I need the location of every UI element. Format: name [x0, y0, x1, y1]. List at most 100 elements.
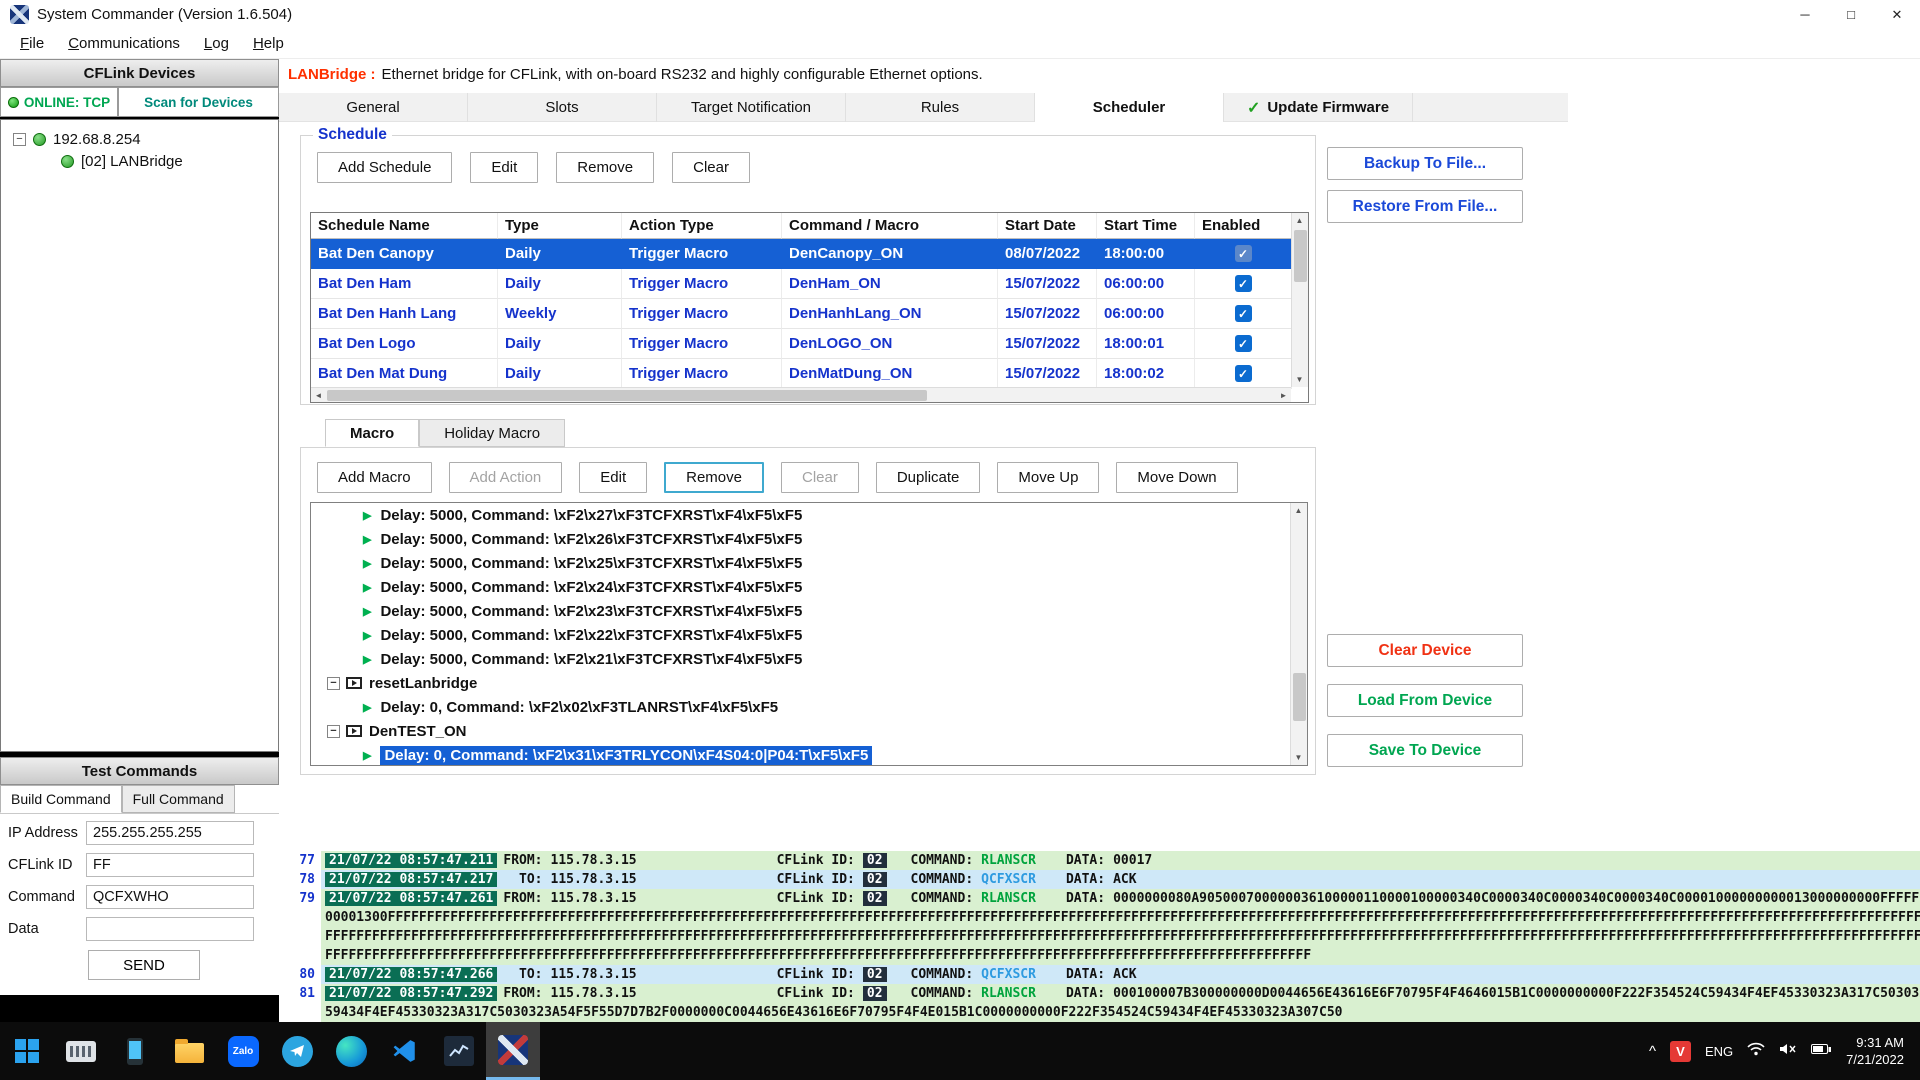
tab-full-command[interactable]: Full Command — [122, 785, 235, 813]
add-schedule-button[interactable]: Add Schedule — [317, 152, 452, 183]
enabled-checkbox[interactable]: ✓ — [1235, 305, 1252, 322]
tab-macro[interactable]: Macro — [325, 419, 419, 447]
enabled-checkbox[interactable]: ✓ — [1235, 365, 1252, 382]
battery-icon[interactable] — [1811, 1042, 1832, 1060]
collapse-icon[interactable]: − — [13, 133, 26, 146]
load-from-device-button[interactable]: Load From Device — [1327, 684, 1523, 717]
table-vertical-scrollbar[interactable]: ▲ ▼ — [1291, 213, 1308, 387]
taskbar: Zalo ^ V ENG 9:31 AM 7/21/2022 — [0, 1022, 1920, 1080]
system-commander-taskbar-icon[interactable] — [486, 1022, 540, 1080]
maximize-button[interactable]: □ — [1828, 0, 1874, 29]
data-input[interactable] — [86, 917, 254, 941]
unikey-icon[interactable]: V — [1670, 1041, 1691, 1062]
file-explorer-icon[interactable] — [162, 1022, 216, 1080]
macro-action-item[interactable]: ▶ Delay: 5000, Command: \xF2\x26\xF3TCFX… — [311, 527, 1307, 551]
save-to-device-button[interactable]: Save To Device — [1327, 734, 1523, 767]
send-button[interactable]: SEND — [88, 950, 200, 980]
tab-scheduler[interactable]: Scheduler — [1035, 93, 1224, 122]
remove-schedule-button[interactable]: Remove — [556, 152, 654, 183]
start-button[interactable] — [0, 1022, 54, 1080]
schedule-row[interactable]: Bat Den Mat Dung Daily Trigger Macro Den… — [311, 359, 1292, 389]
window-title: System Commander (Version 1.6.504) — [37, 6, 292, 23]
backup-to-file-button[interactable]: Backup To File... — [1327, 147, 1523, 180]
macro-action-item[interactable]: ▶ Delay: 5000, Command: \xF2\x27\xF3TCFX… — [311, 503, 1307, 527]
macro-folder-item[interactable]: − resetLanbridge — [311, 671, 1307, 695]
tab-update-firmware[interactable]: ✓ Update Firmware — [1224, 93, 1413, 122]
column-header: Enabled — [1195, 213, 1292, 239]
scroll-up-icon[interactable]: ▲ — [1292, 213, 1307, 228]
macro-action-item[interactable]: ▶ Delay: 5000, Command: \xF2\x25\xF3TCFX… — [311, 551, 1307, 575]
scroll-right-icon[interactable]: ► — [1276, 388, 1291, 403]
ip-address-input[interactable] — [86, 821, 254, 845]
clear-device-button[interactable]: Clear Device — [1327, 634, 1523, 667]
vscode-icon[interactable] — [378, 1022, 432, 1080]
macro-action-item-selected[interactable]: ▶ Delay: 0, Command: \xF2\x31\xF3TRLYCON… — [311, 743, 1307, 767]
collapse-icon[interactable]: − — [327, 677, 340, 690]
schedule-row[interactable]: Bat Den Logo Daily Trigger Macro DenLOGO… — [311, 329, 1292, 359]
wifi-icon[interactable] — [1747, 1042, 1765, 1061]
menu-communications[interactable]: Communications — [56, 29, 192, 59]
clear-schedule-button[interactable]: Clear — [672, 152, 750, 183]
menu-help[interactable]: Help — [241, 29, 296, 59]
restore-from-file-button[interactable]: Restore From File... — [1327, 190, 1523, 223]
scan-for-devices-button[interactable]: Scan for Devices — [118, 87, 279, 117]
scroll-left-icon[interactable]: ◄ — [311, 388, 326, 403]
scrollbar-thumb[interactable] — [1294, 230, 1307, 282]
phone-app-icon[interactable] — [108, 1022, 162, 1080]
online-status-button[interactable]: ONLINE: TCP — [0, 87, 118, 117]
zalo-icon[interactable]: Zalo — [216, 1022, 270, 1080]
telegram-icon[interactable] — [270, 1022, 324, 1080]
tab-general[interactable]: General — [279, 93, 468, 122]
minimize-button[interactable]: ─ — [1782, 0, 1828, 29]
close-button[interactable]: ✕ — [1874, 0, 1920, 29]
scroll-down-icon[interactable]: ▼ — [1292, 372, 1307, 387]
edit-macro-button[interactable]: Edit — [579, 462, 647, 493]
macro-action-item[interactable]: ▶ Delay: 5000, Command: \xF2\x23\xF3TCFX… — [311, 599, 1307, 623]
tab-rules[interactable]: Rules — [846, 93, 1035, 122]
command-input[interactable] — [86, 885, 254, 909]
macro-action-item[interactable]: ▶ Delay: 5000, Command: \xF2\x22\xF3TCFX… — [311, 623, 1307, 647]
tray-time: 9:31 AM — [1846, 1034, 1904, 1051]
monitor-app-icon[interactable] — [432, 1022, 486, 1080]
table-horizontal-scrollbar[interactable]: ◄ ► — [311, 387, 1291, 402]
remove-macro-button[interactable]: Remove — [664, 462, 764, 493]
schedule-row[interactable]: Bat Den Ham Daily Trigger Macro DenHam_O… — [311, 269, 1292, 299]
add-action-button[interactable]: Add Action — [449, 462, 563, 493]
enabled-checkbox[interactable]: ✓ — [1235, 245, 1252, 262]
menu-file[interactable]: File — [8, 29, 56, 59]
macro-folder-item[interactable]: − DenTEST_ON — [311, 719, 1307, 743]
tray-clock[interactable]: 9:31 AM 7/21/2022 — [1846, 1034, 1904, 1068]
tray-expand-icon[interactable]: ^ — [1649, 1043, 1656, 1060]
clear-macro-button[interactable]: Clear — [781, 462, 859, 493]
tab-target-notification[interactable]: Target Notification — [657, 93, 846, 122]
collapse-icon[interactable]: − — [327, 725, 340, 738]
duplicate-macro-button[interactable]: Duplicate — [876, 462, 981, 493]
scrollbar-thumb[interactable] — [1293, 673, 1306, 721]
add-macro-button[interactable]: Add Macro — [317, 462, 432, 493]
macro-action-item[interactable]: ▶ Delay: 5000, Command: \xF2\x24\xF3TCFX… — [311, 575, 1307, 599]
cflink-id-input[interactable] — [86, 853, 254, 877]
scroll-up-icon[interactable]: ▲ — [1291, 503, 1306, 518]
keyboard-app-icon[interactable] — [54, 1022, 108, 1080]
tab-build-command[interactable]: Build Command — [0, 785, 122, 813]
schedule-row[interactable]: Bat Den Canopy Daily Trigger Macro DenCa… — [311, 239, 1292, 269]
macro-list-scrollbar[interactable]: ▲ ▼ — [1290, 503, 1307, 765]
macro-action-item[interactable]: ▶ Delay: 0, Command: \xF2\x02\xF3TLANRST… — [311, 695, 1307, 719]
move-down-button[interactable]: Move Down — [1116, 462, 1237, 493]
edit-schedule-button[interactable]: Edit — [470, 152, 538, 183]
menu-log[interactable]: Log — [192, 29, 241, 59]
move-up-button[interactable]: Move Up — [997, 462, 1099, 493]
tree-node-lanbridge[interactable]: [02] LANBridge — [1, 150, 278, 172]
tab-slots[interactable]: Slots — [468, 93, 657, 122]
enabled-checkbox[interactable]: ✓ — [1235, 275, 1252, 292]
tab-holiday-macro[interactable]: Holiday Macro — [419, 419, 565, 447]
scroll-down-icon[interactable]: ▼ — [1291, 750, 1306, 765]
scrollbar-thumb[interactable] — [327, 390, 927, 401]
edge-icon[interactable] — [324, 1022, 378, 1080]
volume-muted-icon[interactable] — [1779, 1042, 1797, 1061]
macro-action-item[interactable]: ▶ Delay: 5000, Command: \xF2\x21\xF3TCFX… — [311, 647, 1307, 671]
tree-node-root[interactable]: − 192.68.8.254 — [1, 128, 278, 150]
enabled-checkbox[interactable]: ✓ — [1235, 335, 1252, 352]
schedule-row[interactable]: Bat Den Hanh Lang Weekly Trigger Macro D… — [311, 299, 1292, 329]
language-indicator[interactable]: ENG — [1705, 1044, 1733, 1059]
